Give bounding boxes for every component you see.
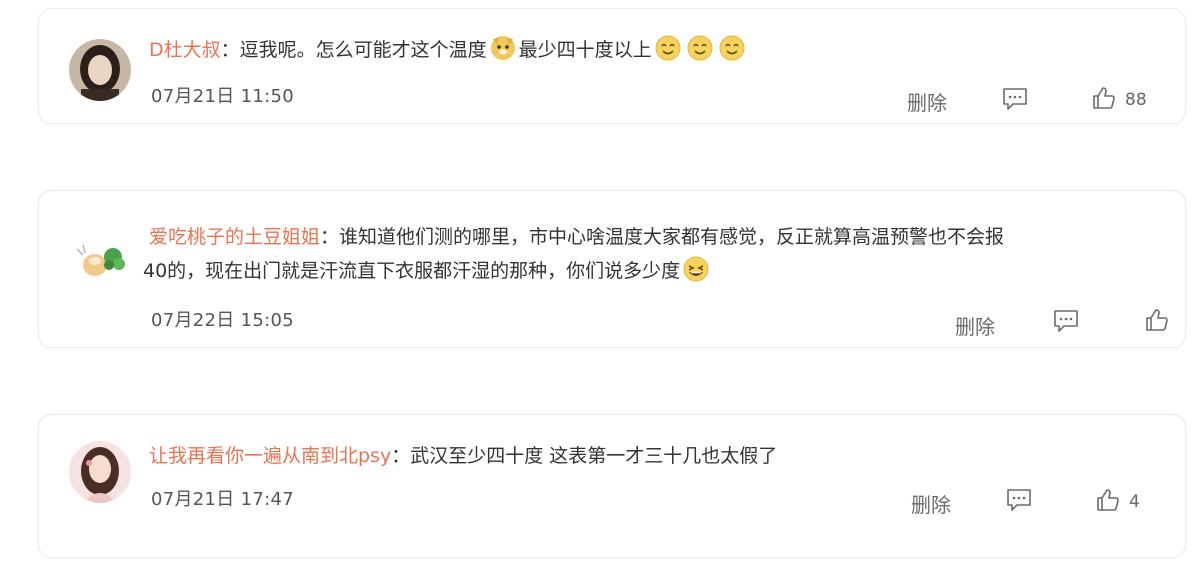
comment-icon xyxy=(1001,86,1029,116)
avatar[interactable] xyxy=(69,231,131,293)
timestamp: 07月21日 17:47 xyxy=(151,489,295,510)
smile-emoji xyxy=(655,35,681,61)
comment-text: 让我再看你一遍从南到北psy：武汉至少四十度 这表第一才三十几也太假了 xyxy=(149,445,778,467)
doge-emoji xyxy=(490,35,516,61)
timestamp: 07月22日 15:05 xyxy=(151,310,295,331)
like-button[interactable]: 4 xyxy=(1095,487,1140,517)
like-button[interactable] xyxy=(1144,307,1178,337)
username[interactable]: 让我再看你一遍从南到北psy xyxy=(149,445,391,467)
comment-card: D杜大叔：逗我呢。怎么可能才这个温度 最少四十度以上 07月21日 11:50 删… xyxy=(38,8,1186,124)
username[interactable]: D杜大叔 xyxy=(149,39,221,61)
delete-button[interactable]: 删除 xyxy=(955,311,995,340)
comment-line: 爱吃桃子的土豆姐姐：谁知道他们测的哪里，市中心啥温度大家都有感觉，反正就算高温预… xyxy=(149,226,1005,248)
reply-button[interactable] xyxy=(1052,308,1080,338)
comment-line: 40的，现在出门就是汗流直下衣服都汗湿的那种，你们说多少度 xyxy=(143,254,1004,288)
like-button[interactable]: 88 xyxy=(1091,85,1147,115)
delete-button[interactable]: 删除 xyxy=(911,489,951,518)
comment-text: D杜大叔：逗我呢。怎么可能才这个温度 最少四十度以上 xyxy=(149,33,748,67)
comment-icon xyxy=(1005,487,1033,517)
delete-button[interactable]: 删除 xyxy=(907,87,947,116)
laugh-emoji xyxy=(683,256,709,282)
reply-button[interactable] xyxy=(1001,86,1029,116)
thumbs-up-icon xyxy=(1095,487,1121,517)
timestamp: 07月21日 11:50 xyxy=(151,86,295,107)
smile-emoji xyxy=(687,35,713,61)
like-count: 4 xyxy=(1129,492,1140,512)
comment-icon xyxy=(1052,308,1080,338)
reply-button[interactable] xyxy=(1005,487,1033,517)
thumbs-up-icon xyxy=(1144,307,1170,337)
avatar[interactable] xyxy=(69,441,131,503)
avatar[interactable] xyxy=(69,39,131,101)
like-count: 88 xyxy=(1125,90,1147,110)
comment-card: 爱吃桃子的土豆姐姐：谁知道他们测的哪里，市中心啥温度大家都有感觉，反正就算高温预… xyxy=(38,190,1186,348)
comment-text: 爱吃桃子的土豆姐姐：谁知道他们测的哪里，市中心啥温度大家都有感觉，反正就算高温预… xyxy=(143,220,1005,288)
thumbs-up-icon xyxy=(1091,85,1117,115)
username[interactable]: 爱吃桃子的土豆姐姐 xyxy=(149,226,320,248)
comment-card: 让我再看你一遍从南到北psy：武汉至少四十度 这表第一才三十几也太假了 07月2… xyxy=(38,414,1186,558)
smile-emoji xyxy=(719,35,745,61)
